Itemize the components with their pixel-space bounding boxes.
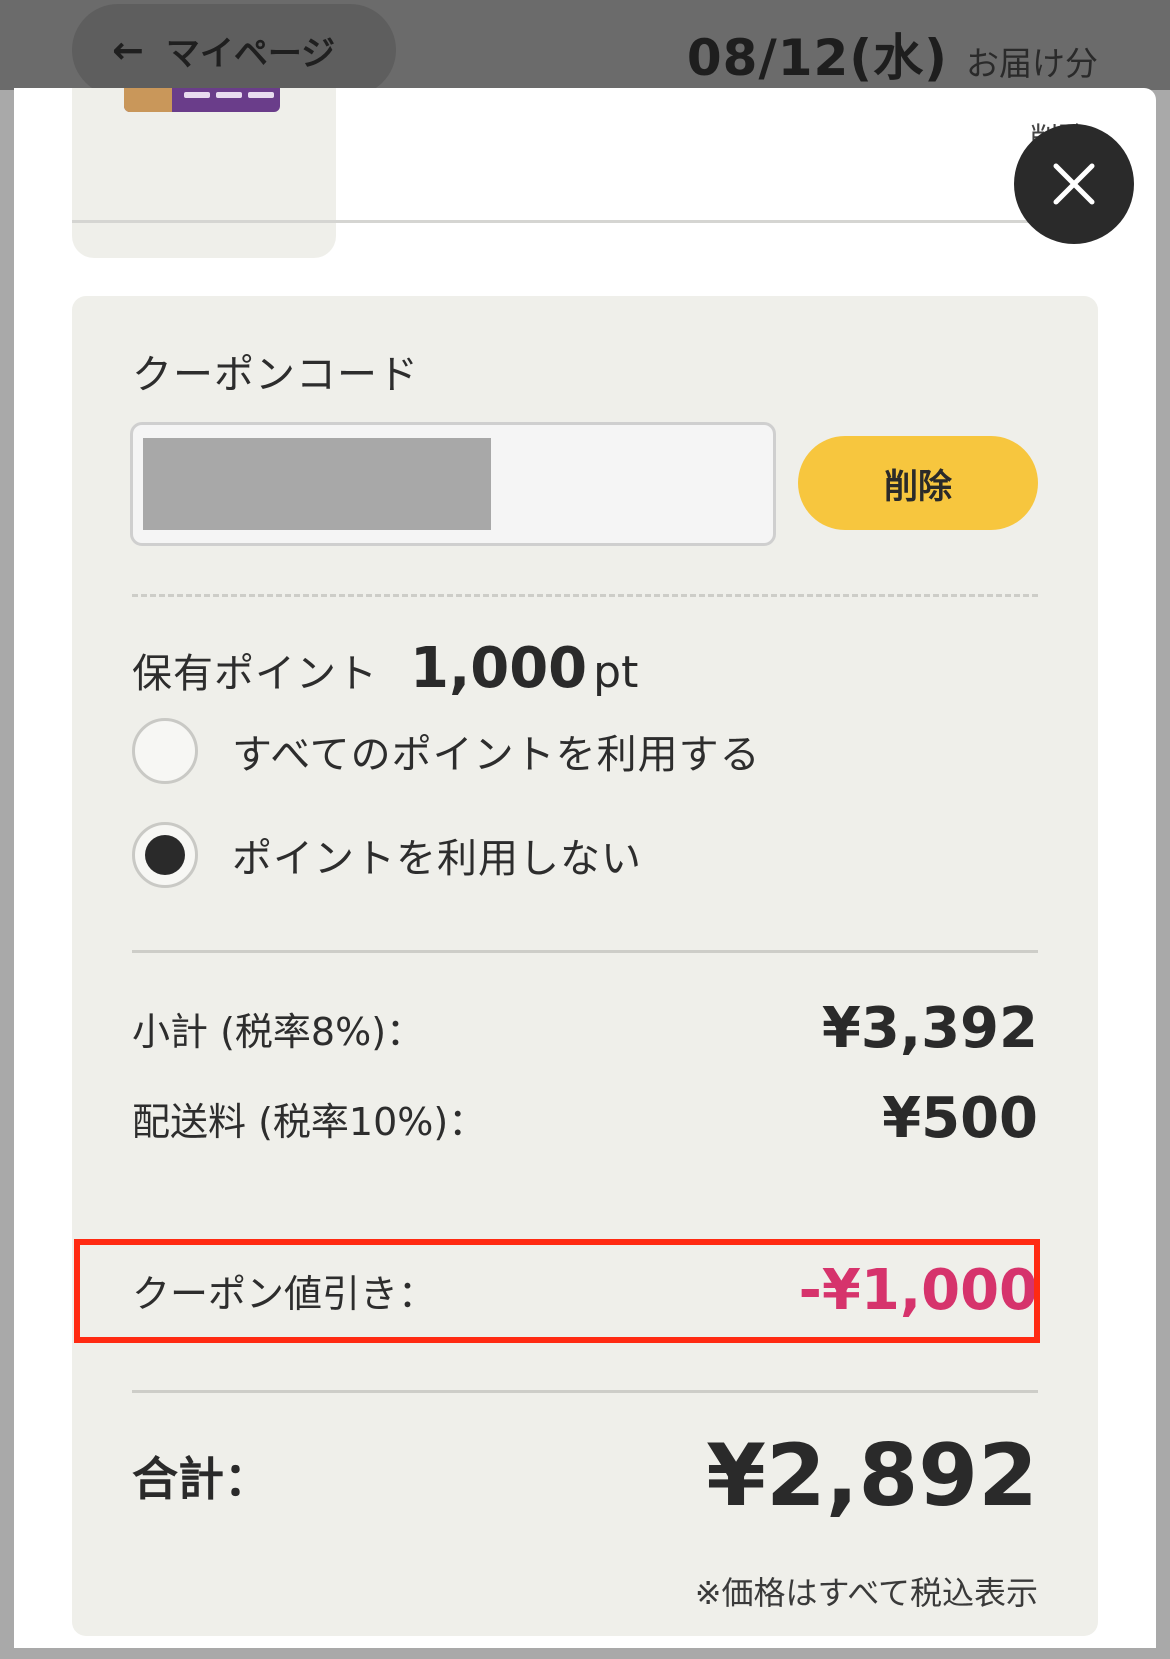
radio-label: ポイントを利用しない bbox=[232, 836, 642, 882]
subtotal-row: 小計 (税率8%)： ¥3,392 bbox=[132, 996, 1038, 1061]
total-label: 合計： bbox=[132, 1452, 270, 1506]
radio-selected-dot bbox=[145, 835, 185, 875]
back-arrow-icon: ← bbox=[112, 28, 144, 72]
subtotal-label: 小計 (税率8%)： bbox=[132, 1010, 425, 1054]
shipping-value: ¥500 bbox=[882, 1086, 1038, 1151]
back-label: マイページ bbox=[165, 33, 336, 74]
checkout-summary-panel: クーポンコード 削除 保有ポイント 1,000 pt すべてのポイントを利用する… bbox=[72, 296, 1098, 1636]
coupon-code-redacted bbox=[143, 438, 491, 530]
back-to-mypage-button[interactable]: ← マイページ bbox=[72, 4, 396, 96]
highlight-box bbox=[74, 1239, 1040, 1343]
radio-button[interactable] bbox=[132, 718, 198, 784]
divider bbox=[132, 594, 1038, 597]
radio-button[interactable] bbox=[132, 822, 198, 888]
points-label: 保有ポイント bbox=[132, 651, 378, 697]
radio-no-points[interactable]: ポイントを利用しない bbox=[132, 822, 642, 888]
order-modal: 削除 クーポンコード 削除 保有ポイント 1,000 pt すべてのポイントを利… bbox=[14, 88, 1156, 1648]
delivery-suffix: お届け分 bbox=[966, 44, 1098, 83]
delivery-date-value: 08/12(水) bbox=[686, 29, 948, 87]
close-icon bbox=[1053, 163, 1095, 205]
total-row: 合計： ¥2,892 bbox=[132, 1426, 1038, 1526]
radio-use-all-points[interactable]: すべてのポイントを利用する bbox=[132, 718, 761, 784]
shipping-label: 配送料 (税率10%)： bbox=[132, 1100, 487, 1144]
coupon-delete-button[interactable]: 削除 bbox=[798, 436, 1038, 530]
points-balance: 保有ポイント 1,000 pt bbox=[132, 636, 638, 701]
coupon-code-input[interactable] bbox=[130, 422, 776, 546]
points-value: 1,000 bbox=[410, 636, 588, 701]
tax-note: ※価格はすべて税込表示 bbox=[694, 1574, 1038, 1612]
delivery-date: 08/12(水) お届け分 bbox=[687, 18, 1098, 90]
divider bbox=[132, 950, 1038, 953]
page-header: ← マイページ 08/12(水) お届け分 bbox=[0, 0, 1170, 96]
divider bbox=[132, 1390, 1038, 1393]
points-unit: pt bbox=[593, 647, 639, 698]
subtotal-value: ¥3,392 bbox=[821, 996, 1038, 1061]
total-value: ¥2,892 bbox=[706, 1426, 1038, 1526]
shipping-row: 配送料 (税率10%)： ¥500 bbox=[132, 1086, 1038, 1151]
radio-label: すべてのポイントを利用する bbox=[232, 732, 761, 778]
coupon-code-label: クーポンコード bbox=[132, 352, 419, 398]
product-image bbox=[72, 88, 336, 258]
close-button[interactable] bbox=[1014, 124, 1134, 244]
divider bbox=[72, 220, 1042, 223]
